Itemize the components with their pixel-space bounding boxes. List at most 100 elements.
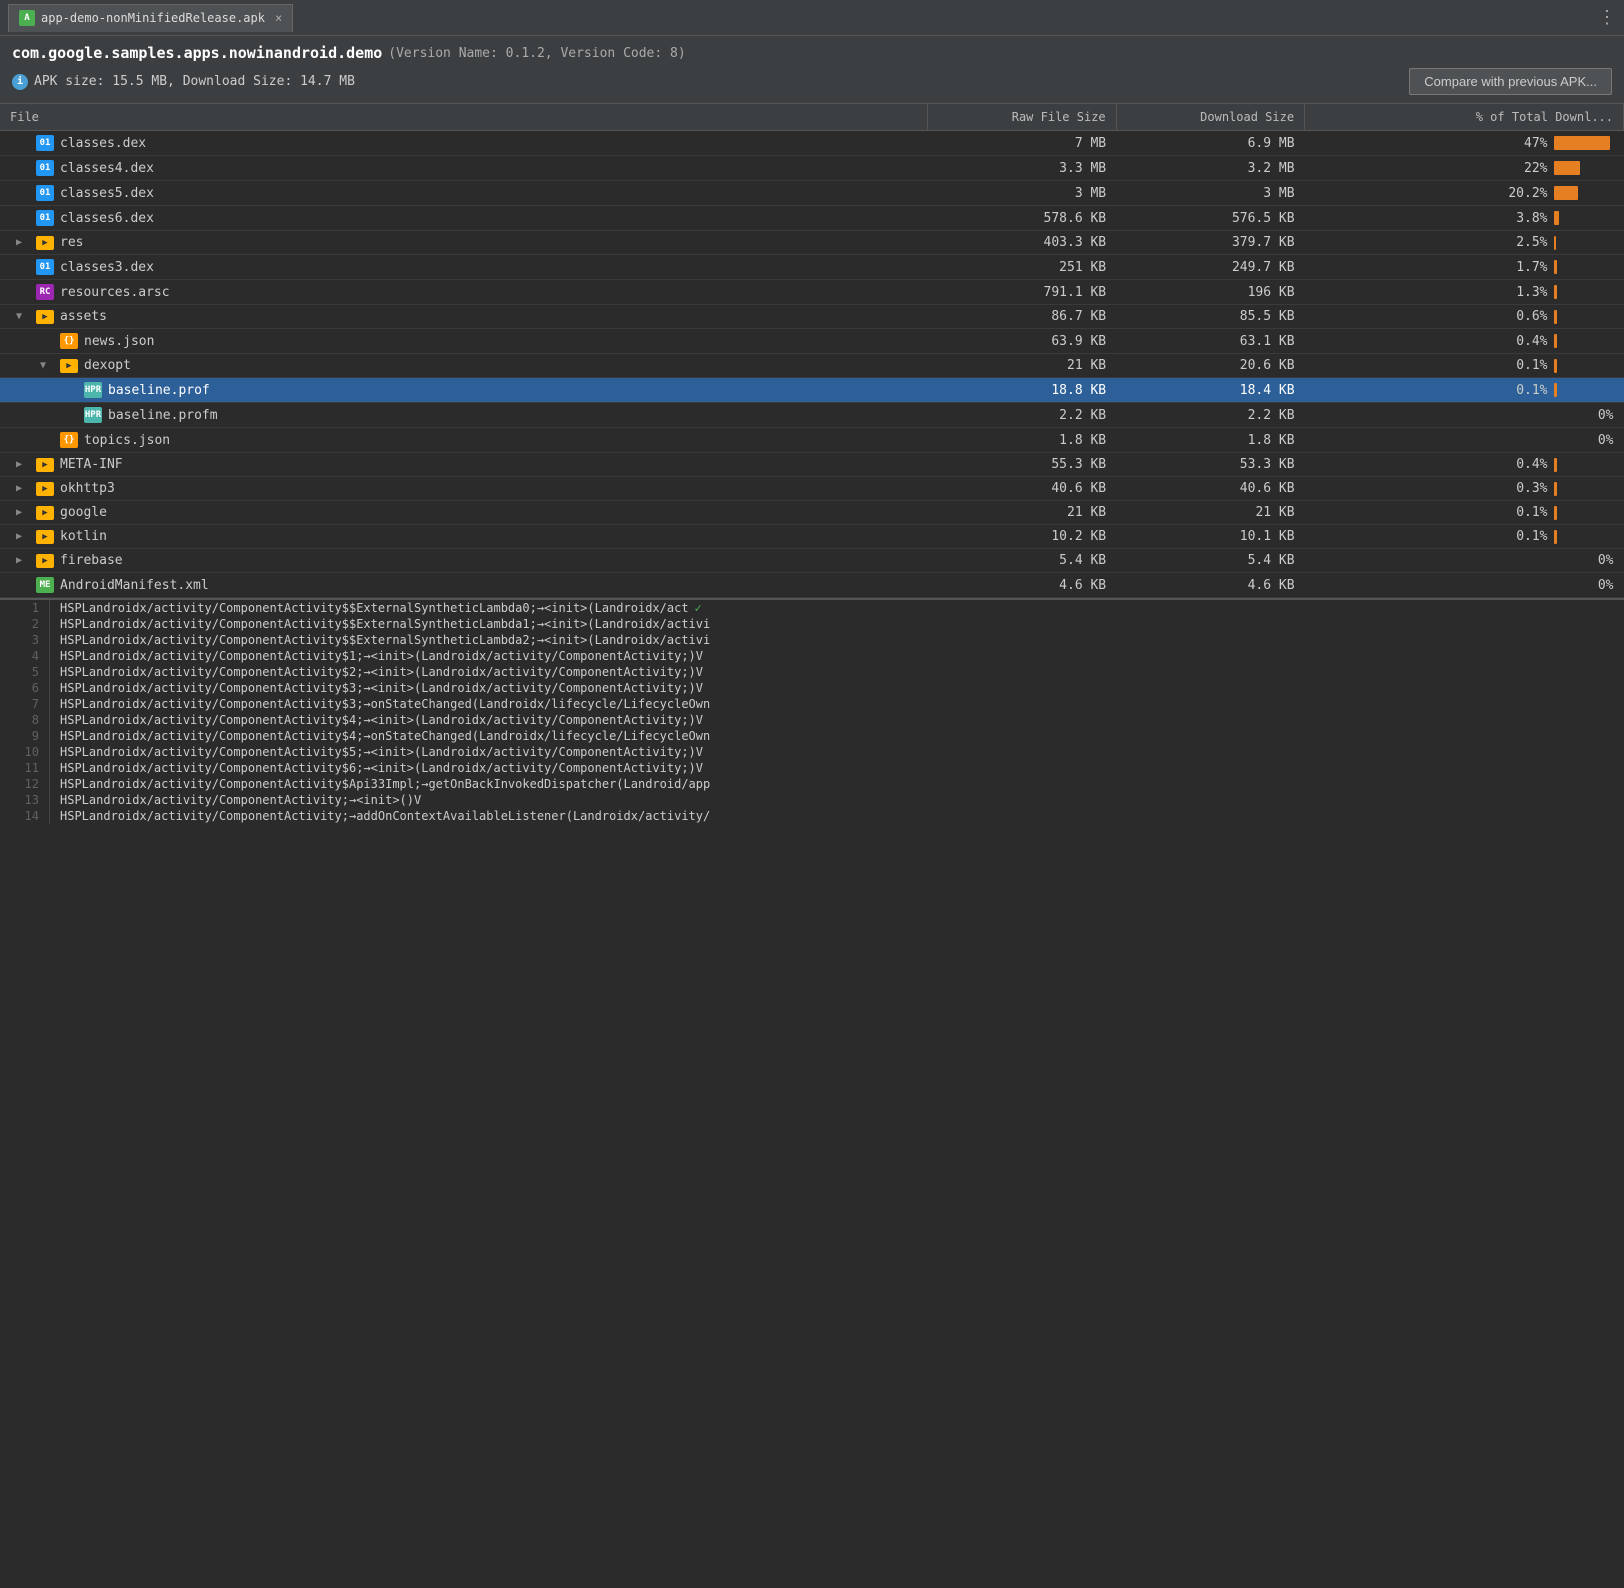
bar-fill [1554,285,1557,299]
file-name-cell: {}topics.json [0,428,928,453]
table-row[interactable]: HPRbaseline.profm2.2 KB2.2 KB0% [0,403,1624,428]
line-number: 11 [0,760,50,776]
tab-label: app-demo-nonMinifiedRelease.apk [41,11,265,25]
pct-value: 0.3% [1500,481,1548,496]
expand-chevron[interactable]: ▶ [16,507,30,518]
tab-close-button[interactable]: × [275,11,282,25]
download-size: 85.5 KB [1116,305,1304,329]
app-version-meta: (Version Name: 0.1.2, Version Code: 8) [388,46,685,61]
folder-icon: ▶ [36,236,54,250]
raw-size: 403.3 KB [928,231,1116,255]
line-number: 12 [0,776,50,792]
code-text: HSPLandroidx/activity/ComponentActivity$… [50,744,1624,760]
file-name-cell: {} news.json [0,329,928,354]
file-name-label: res [60,235,83,250]
code-text: HSPLandroidx/activity/ComponentActivity$… [50,696,1624,712]
pct-cell: 0.4% [1305,453,1624,477]
download-size: 6.9 MB [1116,131,1304,156]
dex-icon: 01 [36,135,54,151]
apk-info: i APK size: 15.5 MB, Download Size: 14.7… [12,68,1612,95]
file-name-label: news.json [84,334,154,349]
file-table: File Raw File Size Download Size % of To… [0,104,1624,598]
app-package-name: com.google.samples.apps.nowinandroid.dem… [12,44,382,62]
pct-cell: 0.1% [1305,378,1624,403]
dex-icon: 01 [36,259,54,275]
expand-chevron[interactable]: ▼ [40,360,54,371]
code-line: 6HSPLandroidx/activity/ComponentActivity… [0,680,1624,696]
table-row[interactable]: 01classes6.dex578.6 KB576.5 KB3.8% [0,206,1624,231]
file-name-cell: HPRbaseline.prof [0,378,928,403]
bar-fill [1554,482,1557,496]
json-icon: {} [60,432,78,448]
file-name-label: AndroidManifest.xml [60,578,209,593]
code-text: HSPLandroidx/activity/ComponentActivity$… [50,600,1624,616]
file-name-label: classes6.dex [60,211,154,226]
json-icon: {} [60,333,78,349]
arsc-icon: RC [36,284,54,300]
pct-cell: 2.5% [1305,231,1624,255]
bar-container [1554,310,1614,324]
bar-container [1554,186,1614,200]
code-text: HSPLandroidx/activity/ComponentActivity$… [50,728,1624,744]
folder-icon: ▶ [36,458,54,472]
table-row[interactable]: 01classes5.dex3 MB3 MB20.2% [0,181,1624,206]
file-name-cell: ▶▶kotlin [0,525,928,549]
table-row[interactable]: ▶▶META-INF55.3 KB53.3 KB0.4% [0,453,1624,477]
file-name-label: dexopt [84,358,131,373]
bar-container [1554,211,1614,225]
expand-chevron[interactable]: ▶ [16,459,30,470]
file-name-cell: 01classes4.dex [0,156,928,181]
pct-value: 2.5% [1500,235,1548,250]
table-row[interactable]: 01classes3.dex251 KB249.7 KB1.7% [0,255,1624,280]
compare-apk-button[interactable]: Compare with previous APK... [1409,68,1612,95]
table-row[interactable]: 01classes4.dex3.3 MB3.2 MB22% [0,156,1624,181]
bar-fill [1554,506,1557,520]
pct-value: 1.3% [1500,285,1548,300]
table-row[interactable]: ▶▶firebase5.4 KB5.4 KB0% [0,549,1624,573]
folder-icon: ▶ [36,310,54,324]
line-number: 1 [0,600,50,616]
expand-chevron[interactable]: ▼ [16,311,30,322]
expand-chevron[interactable]: ▶ [16,237,30,248]
code-text: HSPLandroidx/activity/ComponentActivity$… [50,664,1624,680]
table-row[interactable]: RCresources.arsc791.1 KB196 KB1.3% [0,280,1624,305]
bar-fill [1554,310,1557,324]
table-row[interactable]: ▼▶dexopt21 KB20.6 KB0.1% [0,354,1624,378]
pct-value: 0.1% [1500,383,1548,398]
file-name-cell: HPRbaseline.profm [0,403,928,428]
table-row[interactable]: HPRbaseline.prof18.8 KB18.4 KB0.1% [0,378,1624,403]
expand-chevron[interactable]: ▶ [16,483,30,494]
folder-icon: ▶ [36,554,54,568]
pct-cell: 0% [1305,549,1624,573]
table-row[interactable]: {}news.json63.9 KB63.1 KB0.4% [0,329,1624,354]
bar-container [1554,334,1614,348]
pct-value: 0% [1566,433,1614,448]
title-bar-menu[interactable]: ⋮ [1598,7,1616,28]
expand-chevron[interactable]: ▶ [16,555,30,566]
table-row[interactable]: MEAndroidManifest.xml4.6 KB4.6 KB0% [0,573,1624,598]
pct-value: 0.1% [1500,358,1548,373]
table-row[interactable]: ▼▶assets86.7 KB85.5 KB0.6% [0,305,1624,329]
code-text: HSPLandroidx/activity/ComponentActivity$… [50,680,1624,696]
code-text: HSPLandroidx/activity/ComponentActivity$… [50,632,1624,648]
raw-size: 7 MB [928,131,1116,156]
pct-cell: 0% [1305,573,1624,598]
code-line: 3HSPLandroidx/activity/ComponentActivity… [0,632,1624,648]
table-row[interactable]: ▶▶google21 KB21 KB0.1% [0,501,1624,525]
download-size: 196 KB [1116,280,1304,305]
tab-item[interactable]: A app-demo-nonMinifiedRelease.apk × [8,4,293,32]
expand-chevron[interactable]: ▶ [16,531,30,542]
file-name-cell: 01classes3.dex [0,255,928,280]
table-row[interactable]: ▶▶res403.3 KB379.7 KB2.5% [0,231,1624,255]
table-row[interactable]: 01classes.dex7 MB6.9 MB47% [0,131,1624,156]
pct-cell: 1.7% [1305,255,1624,280]
table-row[interactable]: {}topics.json1.8 KB1.8 KB0% [0,428,1624,453]
col-header-raw: Raw File Size [928,104,1116,131]
download-size: 249.7 KB [1116,255,1304,280]
raw-size: 10.2 KB [928,525,1116,549]
table-row[interactable]: ▶▶kotlin10.2 KB10.1 KB0.1% [0,525,1624,549]
bar-container [1554,260,1614,274]
code-line: 12HSPLandroidx/activity/ComponentActivit… [0,776,1624,792]
table-row[interactable]: ▶▶okhttp340.6 KB40.6 KB0.3% [0,477,1624,501]
code-text: HSPLandroidx/activity/ComponentActivity;… [50,792,1624,808]
